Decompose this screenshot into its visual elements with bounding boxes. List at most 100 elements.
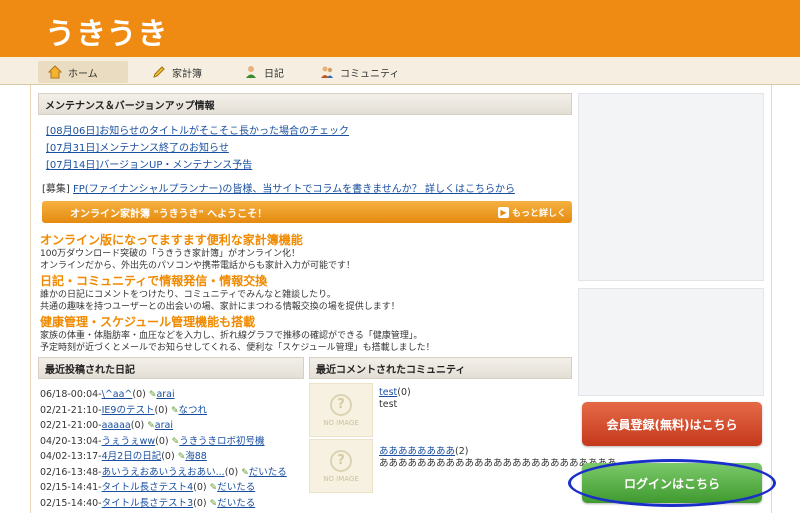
home-icon (47, 65, 63, 79)
maintenance-link[interactable]: [07月14日]バージョンUP・メンテナンス予告 (46, 160, 252, 171)
feature-item: 日記・コミュニティで情報発信・情報交換 誰かの日記にコメントをつけたり、コミュニ… (40, 274, 574, 313)
register-button[interactable]: 会員登録(無料)はこちら (582, 402, 762, 446)
diary-user-link[interactable]: うきうきロボ初号機 (179, 436, 264, 447)
diary-user-link[interactable]: なつれ (179, 405, 208, 416)
feature-title: 健康管理・スケジュール管理機能も搭載 (40, 315, 256, 329)
feature-item: オンライン版になってますます便利な家計簿機能 100万ダウンロード突破の「うきう… (40, 233, 574, 272)
recruit-prefix: [募集] (42, 184, 70, 195)
diary-date: 04/02-13:17- (40, 451, 102, 462)
nav-community[interactable]: コミュニティ (310, 61, 409, 83)
recruit-link[interactable]: FP(ファイナンシャルプランナー)の皆様、当サイトでコラムを書きませんか？ 詳し… (73, 184, 515, 195)
more-label: もっと詳しく (511, 208, 566, 219)
diary-user-link[interactable]: だいたる (217, 482, 255, 493)
feature-text: 共通の趣味を持つユーザーとの出会いの場、家計にまつわる情報交換の場を提供します！ (40, 302, 400, 312)
recruit-notice: [募集] FP(ファイナンシャルプランナー)の皆様、当サイトでコラムを書きません… (42, 180, 515, 195)
table-row: 02/21-21:10-IE9のテスト(0) ✎なつれ (40, 403, 304, 419)
no-image-placeholder: ? NO IMAGE (309, 383, 373, 437)
diary-title-link[interactable]: IE9のテスト (102, 405, 155, 416)
feature-text: 誰かの日記にコメントをつけたり、コミュニティでみんなと雑談したり。 (40, 290, 336, 300)
diary-count: (0) (161, 451, 175, 462)
diary-title-link[interactable]: タイトル長さテスト3 (102, 498, 194, 509)
community-title: test(0) (379, 387, 411, 398)
diary-count: (0) (154, 404, 168, 416)
diary-user-link[interactable]: arai (155, 420, 173, 431)
feature-title: オンライン版になってますます便利な家計簿機能 (40, 233, 303, 247)
table-row: 04/20-13:04-うぇうぇww(0) ✎うきうきロボ初号機 (40, 434, 304, 450)
diary-count: (0) (132, 389, 146, 400)
diary-date: 02/21-21:00- (40, 420, 102, 431)
feature-text: 100万ダウンロード突破の「うきうき家計簿」がオンライン化！ (40, 249, 300, 259)
nav-label: 日記 (264, 68, 284, 80)
table-row: 02/15-14:41-タイトル長さテスト4(0) ✎だいたる (40, 480, 304, 496)
diary-date: 02/15-14:41- (40, 482, 102, 493)
nav-diary[interactable]: 日記 (234, 61, 294, 83)
diary-title-link[interactable]: \^aa^ (102, 389, 133, 400)
list-item: ? NO IMAGE test(0) test (309, 383, 572, 439)
table-row: 02/21-21:00-aaaaa(0) ✎arai (40, 418, 304, 434)
nav-home[interactable]: ホーム (38, 61, 128, 83)
pencil-icon: ✎ (241, 467, 249, 478)
diary-count: (0) (193, 482, 207, 493)
diary-user-link[interactable]: arai (156, 389, 174, 400)
nav-label: コミュニティ (340, 68, 400, 80)
list-item: [07月14日]バージョンUP・メンテナンス予告 (46, 157, 349, 174)
no-image-label: NO IMAGE (323, 418, 359, 427)
maintenance-link[interactable]: [08月06日]お知らせのタイトルがそこそこ長かった場合のチェック (46, 126, 349, 137)
feature-item: 健康管理・スケジュール管理機能も搭載 家族の体重・体脂肪率・血圧などを入力し、折… (40, 315, 574, 354)
login-button[interactable]: ログインはこちら (582, 463, 762, 503)
table-row: 06/18-00:04-\^aa^(0) ✎arai (40, 387, 304, 403)
diary-count: (0) (130, 420, 145, 431)
sidebar-ad-area-2 (578, 288, 764, 396)
site-logo[interactable]: うきうき (45, 9, 168, 53)
content-border-left (30, 85, 31, 513)
question-icon: ? (330, 449, 352, 472)
more-details-link[interactable]: ▶ もっと詳しく (497, 204, 566, 220)
feature-text: オンラインだから、外出先のパソコンや携帯電話からも家計入力が可能です！ (40, 261, 356, 271)
feature-text: 家族の体重・体脂肪率・血圧などを入力し、折れ線グラフで推移の確認ができる「健康管… (40, 331, 423, 341)
diary-title-link[interactable]: あいうえおあいうえおあい... (102, 467, 225, 478)
diary-count: (0) (155, 435, 169, 447)
community-list: ? NO IMAGE test(0) test ? NO IMAGE あああああ… (309, 383, 617, 495)
maintenance-list: [08月06日]お知らせのタイトルがそこそこ長かった場合のチェック [07月31… (46, 123, 349, 174)
pencil-icon: ✎ (170, 405, 179, 416)
feature-text: 予定時刻が近づくとメールでお知らせしてくれる、便利な「スケジュール管理」も搭載し… (40, 343, 435, 353)
nav-kakeibo[interactable]: 家計簿 (142, 61, 212, 83)
table-row: 02/16-13:48-あいうえおあいうえおあい...(0) ✎だいたる (40, 465, 304, 481)
site-header: うきうき (0, 0, 800, 57)
diary-user-link[interactable]: 海88 (185, 451, 207, 462)
diary-title-link[interactable]: 4月2日の日記 (102, 451, 162, 462)
diary-count: (0) (224, 466, 239, 478)
arrow-right-icon: ▶ (497, 206, 509, 218)
maintenance-title: メンテナンス＆バージョンアップ情報 (38, 93, 572, 115)
nav-label: 家計簿 (172, 68, 202, 80)
sidebar-ad-area (578, 93, 764, 281)
main-content: メンテナンス＆バージョンアップ情報 [08月06日]お知らせのタイトルがそこそこ… (38, 93, 572, 353)
feature-list: オンライン版になってますます便利な家計簿機能 100万ダウンロード突破の「うきう… (40, 233, 574, 356)
recent-diaries-title: 最近投稿された日記 (38, 357, 304, 379)
diary-list: 06/18-00:04-\^aa^(0) ✎arai 02/21-21:10-IE… (38, 387, 304, 511)
content-border-right (771, 85, 772, 513)
diary-date: 04/20-13:04- (40, 435, 102, 447)
diary-user-link[interactable]: だいたる (217, 498, 255, 509)
no-image-placeholder: ? NO IMAGE (309, 439, 373, 493)
diary-title-link[interactable]: タイトル長さテスト4 (102, 482, 194, 493)
pencil-icon: ✎ (147, 421, 155, 431)
table-row: 04/02-13:17-4月2日の日記(0) ✎海88 (40, 449, 304, 465)
main-nav: ホーム 家計簿 日記 コミュニティ (0, 57, 800, 85)
recent-diaries-panel: 最近投稿された日記 06/18-00:04-\^aa^(0) ✎arai 02/2… (38, 357, 304, 511)
diary-date: 06/18-00:04- (40, 389, 102, 400)
recent-communities-panel: 最近コメントされたコミュニティ ? NO IMAGE test(0) test … (309, 357, 617, 495)
table-row: 02/15-14:40-タイトル長さテスト3(0) ✎だいたる (40, 496, 304, 512)
maintenance-link[interactable]: [07月31日]メンテナンス終了のお知らせ (46, 143, 229, 154)
welcome-banner: オンライン家計簿 "うきうき" へようこそ！ ▶ もっと詳しく (42, 201, 572, 223)
diary-title-link[interactable]: aaaaa (102, 420, 131, 431)
community-desc: あああああああああああああああああああああああああ (379, 458, 617, 469)
diary-user-link[interactable]: だいたる (249, 467, 287, 478)
community-link[interactable]: test (379, 387, 397, 398)
diary-title-link[interactable]: うぇうぇww (102, 436, 156, 447)
diary-date: 02/21-21:10- (40, 404, 102, 416)
diary-count: (0) (193, 497, 207, 509)
no-image-label: NO IMAGE (323, 474, 359, 483)
question-icon: ? (330, 393, 352, 416)
community-count: (0) (397, 387, 411, 398)
